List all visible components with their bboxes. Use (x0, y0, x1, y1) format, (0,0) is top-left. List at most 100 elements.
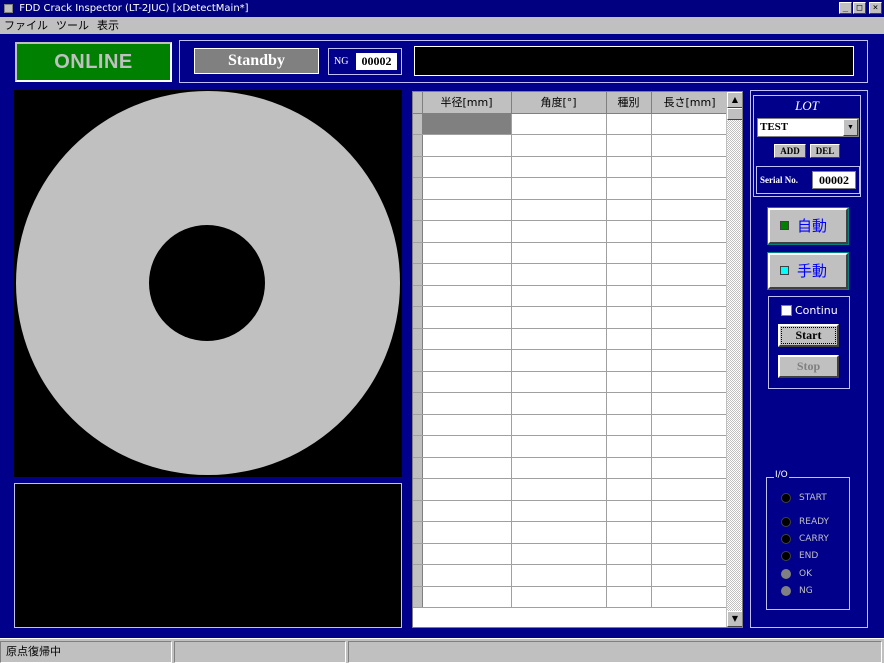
menu-view[interactable]: 表示 (93, 17, 123, 34)
grid-cell[interactable] (651, 392, 729, 415)
row-header[interactable] (413, 564, 423, 587)
grid-cell[interactable] (511, 371, 607, 393)
table-row[interactable] (413, 113, 729, 135)
grid-cell[interactable] (651, 306, 729, 329)
table-row[interactable] (413, 220, 729, 243)
manual-mode-button[interactable]: 手動 (767, 252, 849, 290)
row-header[interactable] (413, 414, 423, 436)
grid-cell[interactable] (422, 177, 512, 200)
grid-cell[interactable] (422, 392, 512, 415)
lot-select[interactable]: TEST ▼ (757, 118, 859, 137)
grid-cell[interactable] (606, 478, 652, 501)
grid-cell[interactable] (422, 543, 512, 565)
grid-cell[interactable] (422, 263, 512, 286)
table-row[interactable] (413, 306, 729, 329)
start-button[interactable]: Start (778, 324, 839, 347)
table-row[interactable] (413, 371, 729, 393)
grid-cell[interactable] (606, 156, 652, 178)
scroll-thumb[interactable] (727, 108, 742, 120)
row-header[interactable] (413, 156, 423, 178)
grid-cell[interactable] (511, 306, 607, 329)
close-button[interactable]: × (869, 2, 882, 14)
grid-cell[interactable] (606, 328, 652, 350)
grid-cell[interactable] (606, 263, 652, 286)
table-row[interactable] (413, 177, 729, 200)
menu-tools[interactable]: ツール (52, 17, 93, 34)
column-header-length[interactable]: 長さ[mm] (651, 92, 729, 114)
grid-cell[interactable] (422, 220, 512, 243)
row-header[interactable] (413, 543, 423, 565)
grid-cell[interactable] (422, 435, 512, 458)
row-header[interactable] (413, 134, 423, 157)
row-header[interactable] (413, 220, 423, 243)
row-header[interactable] (413, 306, 423, 329)
grid-scrollbar[interactable]: ▲ ▼ (726, 92, 742, 627)
grid-cell[interactable] (422, 306, 512, 329)
grid-cell[interactable] (422, 500, 512, 522)
table-row[interactable] (413, 199, 729, 221)
grid-cell[interactable] (651, 177, 729, 200)
table-row[interactable] (413, 156, 729, 178)
grid-cell[interactable] (422, 134, 512, 157)
grid-cell[interactable] (606, 220, 652, 243)
grid-cell[interactable] (511, 285, 607, 307)
grid-cell[interactable] (511, 414, 607, 436)
grid-cell[interactable] (511, 134, 607, 157)
grid-cell[interactable] (606, 285, 652, 307)
grid-cell[interactable] (422, 242, 512, 264)
grid-cell[interactable] (511, 242, 607, 264)
grid-cell[interactable] (606, 306, 652, 329)
grid-cell[interactable] (651, 500, 729, 522)
grid-cell[interactable] (606, 435, 652, 458)
row-header[interactable] (413, 435, 423, 458)
grid-cell[interactable] (606, 564, 652, 587)
row-header[interactable] (413, 242, 423, 264)
table-row[interactable] (413, 586, 729, 608)
grid-cell[interactable] (422, 349, 512, 372)
row-header[interactable] (413, 113, 423, 135)
row-header[interactable] (413, 457, 423, 479)
column-header-angle[interactable]: 角度[°] (511, 92, 607, 114)
table-row[interactable] (413, 263, 729, 286)
table-row[interactable] (413, 478, 729, 501)
grid-cell[interactable] (651, 199, 729, 221)
grid-cell[interactable] (651, 457, 729, 479)
row-header[interactable] (413, 349, 423, 372)
row-header[interactable] (413, 199, 423, 221)
grid-cell[interactable] (651, 521, 729, 544)
scroll-up-button[interactable]: ▲ (727, 92, 742, 108)
grid-cell[interactable] (511, 156, 607, 178)
table-row[interactable] (413, 349, 729, 372)
grid-cell[interactable] (422, 371, 512, 393)
grid-cell[interactable] (651, 349, 729, 372)
row-header[interactable] (413, 586, 423, 608)
grid-cell[interactable] (651, 414, 729, 436)
grid-cell[interactable] (651, 478, 729, 501)
grid-cell[interactable] (606, 543, 652, 565)
grid-cell[interactable] (511, 199, 607, 221)
scroll-down-button[interactable]: ▼ (727, 611, 742, 627)
table-row[interactable] (413, 564, 729, 587)
grid-cell[interactable] (651, 586, 729, 608)
grid-cell[interactable] (606, 457, 652, 479)
auto-mode-button[interactable]: 自動 (767, 207, 849, 245)
grid-cell[interactable] (651, 113, 729, 135)
grid-cell[interactable] (422, 564, 512, 587)
row-header[interactable] (413, 478, 423, 501)
continue-checkbox[interactable] (781, 305, 792, 316)
column-header-radius[interactable]: 半径[mm] (422, 92, 512, 114)
dropdown-arrow-icon[interactable]: ▼ (843, 119, 858, 136)
grid-cell[interactable] (511, 263, 607, 286)
maximize-button[interactable]: □ (853, 2, 866, 14)
row-header[interactable] (413, 521, 423, 544)
row-header[interactable] (413, 392, 423, 415)
table-row[interactable] (413, 285, 729, 307)
grid-cell[interactable] (651, 220, 729, 243)
row-header[interactable] (413, 328, 423, 350)
stop-button[interactable]: Stop (778, 355, 839, 378)
grid-cell[interactable] (511, 177, 607, 200)
table-row[interactable] (413, 242, 729, 264)
grid-cell[interactable] (606, 500, 652, 522)
grid-cell[interactable] (606, 371, 652, 393)
grid-cell[interactable] (422, 586, 512, 608)
